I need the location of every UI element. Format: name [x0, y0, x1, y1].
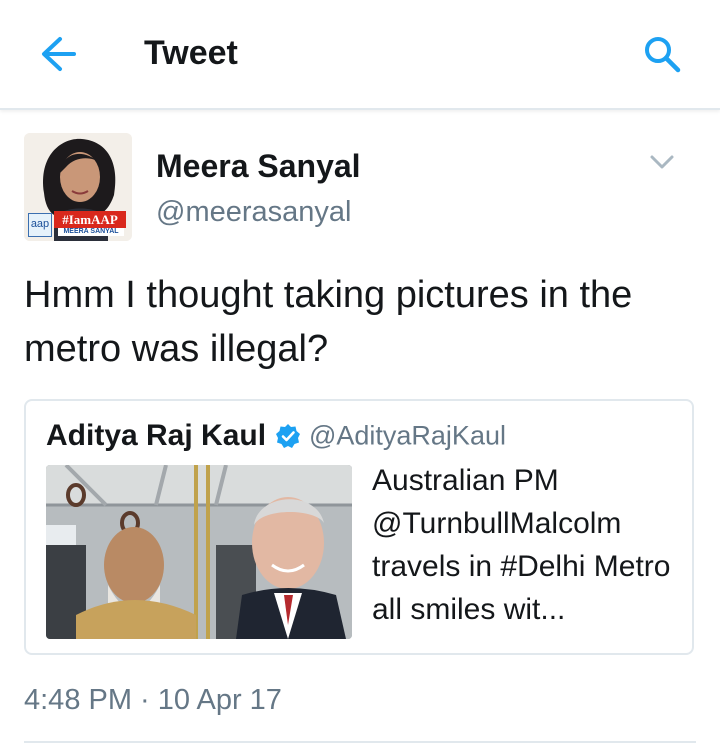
verified-badge-icon: [275, 424, 300, 448]
avatar[interactable]: aap #IamAAP MEERA SANYAL: [24, 133, 132, 241]
chevron-down-icon: [650, 155, 674, 169]
avatar-badge-tag: #IamAAP: [54, 211, 126, 228]
author-name[interactable]: Meera Sanyal: [156, 148, 361, 185]
search-icon: [645, 37, 681, 73]
back-button[interactable]: [30, 30, 80, 78]
tweet-menu-button[interactable]: [646, 150, 678, 174]
metro-photo: [46, 465, 352, 639]
divider: [24, 741, 696, 743]
avatar-badge: aap #IamAAP MEERA SANYAL: [24, 211, 132, 237]
quoted-tweet-text: Australian PM @TurnbullMalcolm travels i…: [372, 464, 671, 626]
avatar-badge-name: MEERA SANYAL: [58, 228, 124, 236]
top-bar: Tweet: [0, 0, 720, 110]
quoted-tweet-image[interactable]: [46, 465, 352, 639]
quoted-tweet-header: Aditya Raj Kaul @AdityaRajKaul: [46, 419, 506, 453]
quoted-author-name: Aditya Raj Kaul: [46, 419, 267, 452]
tweet-text: Hmm I thought taking pictures in the met…: [24, 274, 633, 370]
tweet-timestamp: 4:48 PM · 10 Apr 17: [24, 684, 282, 716]
page-title: Tweet: [144, 34, 238, 72]
quoted-tweet-card[interactable]: Aditya Raj Kaul @AdityaRajKaul Australia…: [24, 399, 694, 655]
arrow-left-icon: [42, 37, 76, 71]
avatar-badge-small: aap: [28, 213, 52, 237]
author-handle[interactable]: @meerasanyal: [156, 196, 351, 229]
search-button[interactable]: [638, 30, 686, 78]
quoted-author-handle: @AdityaRajKaul: [308, 420, 506, 451]
